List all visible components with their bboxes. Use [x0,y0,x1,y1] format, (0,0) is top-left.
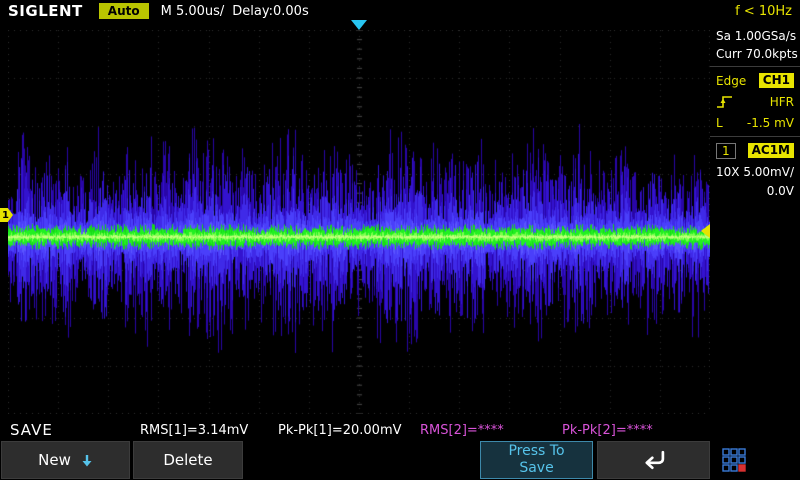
trigger-level-row: L -1.5 mV [716,112,794,133]
brand-logo: SIGLENT [8,2,83,20]
delay-label: Delay:0.00s [232,3,309,19]
channel-scale-row: 10X 5.00mV/ [716,161,794,182]
new-button[interactable]: New [1,441,130,479]
measurement-pkpk-ch2: Pk-Pk[2]=**** [562,423,653,438]
probe-attenuation-label: 10X [716,164,740,179]
press-to-save-line2: Save [519,460,554,476]
oscilloscope-screen: SIGLENT Auto M 5.00us/ Delay:0.00s f < 1… [0,0,800,480]
new-button-label: New [38,451,71,469]
sample-rate-label: Sa 1.00GSa/s [716,29,797,43]
trigger-slope-row: HFR [716,91,794,112]
trigger-coupling-label: HFR [769,94,794,109]
channel-offset-label: 0.0V [766,184,794,198]
return-arrow-icon [639,450,669,470]
return-button[interactable] [597,441,710,479]
measurement-rms-ch1: RMS[1]=3.14mV [140,423,249,438]
channel-number-box: 1 [716,142,736,159]
trigger-source-badge: CH1 [758,73,794,88]
measurement-pkpk-ch1: Pk-Pk[1]=20.00mV [278,423,402,438]
timebase-label: M 5.00us/ [160,3,225,19]
dropdown-down-arrow-icon [81,454,93,467]
trigger-type-label: Edge [716,73,747,88]
press-to-save-button[interactable]: Press To Save [480,441,593,479]
frequency-counter: f < 10Hz [735,3,792,19]
delete-button[interactable]: Delete [133,441,243,479]
softkey-menu-bar: New Delete Press To Save [0,440,800,480]
sidebar-divider [710,66,800,67]
volts-per-div-label: 5.00mV/ [743,164,794,179]
press-to-save-line1: Press To [508,443,565,459]
sidebar: Sa 1.00GSa/s Curr 70.0kpts Edge CH1 HFR … [710,22,800,420]
waveform-display: 1 [0,20,710,420]
top-bar: SIGLENT Auto M 5.00us/ Delay:0.00s f < 1… [0,0,800,22]
sidebar-divider [710,136,800,137]
status-bar: SAVE RMS[1]=3.14mV Pk-Pk[1]=20.00mV RMS[… [0,420,800,440]
channel-coupling-badge: AC1M [747,143,794,158]
trigger-type-row: Edge CH1 [716,70,794,91]
channel-1-marker-label: 1 [2,209,9,221]
memory-depth-label: Curr 70.0kpts [716,47,798,61]
trigger-level-value: -1.5 mV [746,115,794,130]
delete-button-label: Delete [163,451,213,469]
trigger-level-marker-icon[interactable] [701,224,710,238]
acquisition-mode-badge: Auto [98,3,149,19]
trigger-position-marker-icon[interactable] [351,20,367,30]
waveform-canvas [8,30,710,414]
measurement-rms-ch2: RMS[2]=**** [420,423,504,438]
keypad-grid-icon[interactable] [722,448,746,472]
menu-mode-label: SAVE [10,421,53,439]
trigger-level-prefix: L [716,115,723,130]
rising-edge-icon [716,95,734,109]
channel-info-row: 1 AC1M [716,140,794,161]
